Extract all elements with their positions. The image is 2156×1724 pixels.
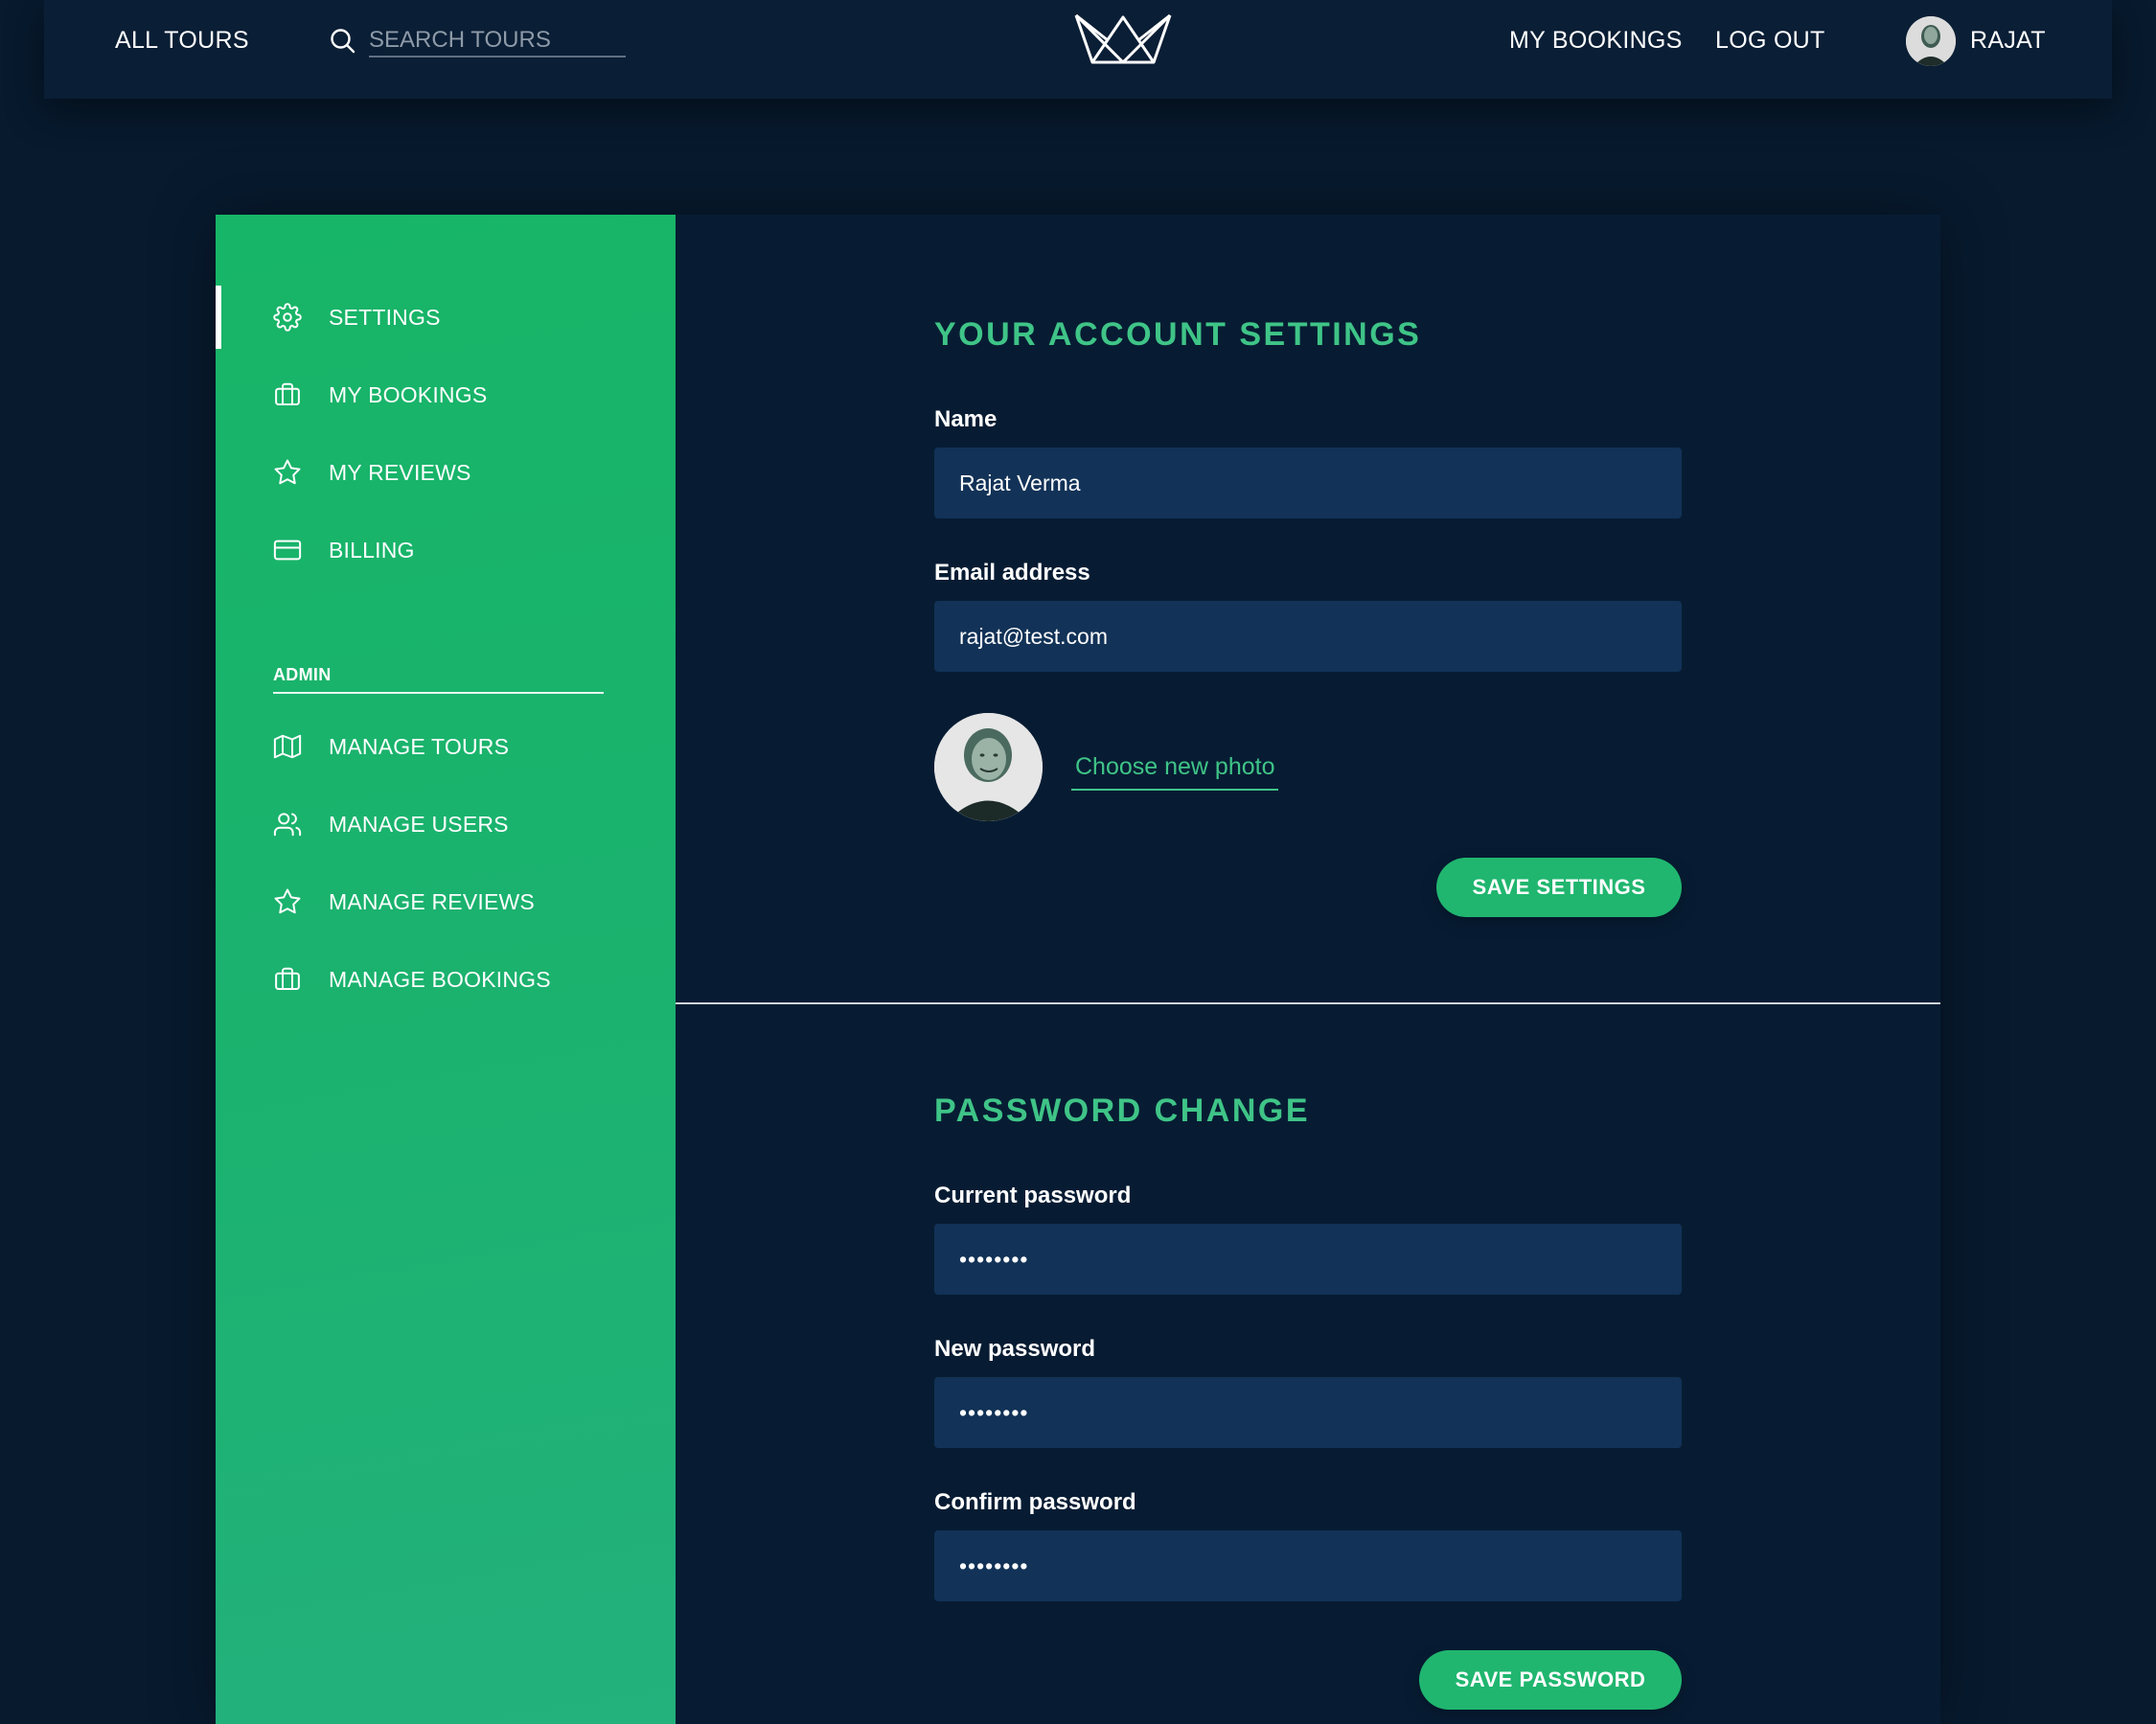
search-input[interactable]: [369, 25, 626, 57]
top-navigation-bar: ALL TOURS MY BOOKINGS LOG OUT RAJAT: [44, 0, 2112, 99]
new-password-field[interactable]: [934, 1377, 1682, 1448]
sidebar-item-manage-bookings[interactable]: MANAGE BOOKINGS: [273, 960, 551, 999]
sidebar-item-my-reviews[interactable]: MY REVIEWS: [273, 453, 471, 492]
sidebar-item-manage-tours[interactable]: MANAGE TOURS: [273, 727, 509, 766]
credit-card-icon: [273, 536, 302, 564]
sidebar-item-label: BILLING: [329, 537, 415, 563]
user-name-link[interactable]: RAJAT: [1970, 27, 2046, 55]
sidebar-item-label: MANAGE REVIEWS: [329, 888, 535, 914]
gear-icon: [273, 303, 302, 332]
email-label: Email address: [934, 560, 1090, 586]
briefcase-icon: [273, 965, 302, 994]
sidebar-item-label: MANAGE BOOKINGS: [329, 966, 551, 992]
logo-crown-icon[interactable]: [1073, 11, 1173, 65]
user-avatar-icon: [1906, 16, 1956, 66]
save-password-button[interactable]: SAVE PASSWORD: [1419, 1650, 1682, 1710]
sidebar-item-billing[interactable]: BILLING: [273, 531, 415, 569]
users-icon: [273, 810, 302, 839]
sidebar-item-label: MANAGE USERS: [329, 811, 509, 837]
search-box: [330, 25, 627, 57]
log-out-link[interactable]: LOG OUT: [1715, 27, 1825, 55]
star-icon: [273, 458, 302, 487]
name-label: Name: [934, 406, 998, 432]
sidebar-item-label: MY REVIEWS: [329, 459, 471, 485]
confirm-password-label: Confirm password: [934, 1489, 1136, 1515]
star-icon: [273, 887, 302, 916]
sidebar-item-label: MANAGE TOURS: [329, 733, 510, 759]
new-password-label: New password: [934, 1336, 1096, 1362]
search-icon[interactable]: [330, 28, 356, 55]
sidebar-item-label: SETTINGS: [329, 304, 441, 330]
name-field[interactable]: [934, 448, 1682, 518]
map-icon: [273, 732, 302, 761]
account-settings-title: YOUR ACCOUNT SETTINGS: [934, 316, 1422, 353]
current-password-field[interactable]: [934, 1224, 1682, 1295]
sidebar-item-settings[interactable]: SETTINGS: [273, 298, 441, 336]
sidebar-item-label: MY BOOKINGS: [329, 381, 488, 407]
admin-divider: [273, 692, 604, 694]
user-photo-icon: [934, 713, 1043, 821]
avatar[interactable]: [1906, 16, 1956, 66]
admin-section-title: ADMIN: [273, 665, 332, 684]
header-my-bookings-link[interactable]: MY BOOKINGS: [1509, 27, 1683, 55]
all-tours-link[interactable]: ALL TOURS: [115, 27, 249, 55]
sidebar-item-manage-users[interactable]: MANAGE USERS: [273, 805, 509, 843]
sidebar-item-manage-reviews[interactable]: MANAGE REVIEWS: [273, 883, 535, 921]
sidebar: SETTINGS MY BOOKINGS MY REVIEWS BILLING …: [216, 215, 676, 1724]
current-password-label: Current password: [934, 1183, 1132, 1208]
email-field[interactable]: [934, 601, 1682, 672]
account-card: SETTINGS MY BOOKINGS MY REVIEWS BILLING …: [216, 215, 1940, 1724]
confirm-password-field[interactable]: [934, 1530, 1682, 1601]
section-divider: [676, 1002, 1940, 1004]
save-settings-button[interactable]: SAVE SETTINGS: [1436, 858, 1682, 917]
user-photo: [934, 713, 1043, 821]
active-item-indicator: [216, 286, 221, 349]
briefcase-icon: [273, 380, 302, 409]
password-change-title: PASSWORD CHANGE: [934, 1092, 1310, 1129]
choose-photo-link[interactable]: Choose new photo: [1071, 753, 1279, 791]
sidebar-item-my-bookings[interactable]: MY BOOKINGS: [273, 376, 487, 414]
